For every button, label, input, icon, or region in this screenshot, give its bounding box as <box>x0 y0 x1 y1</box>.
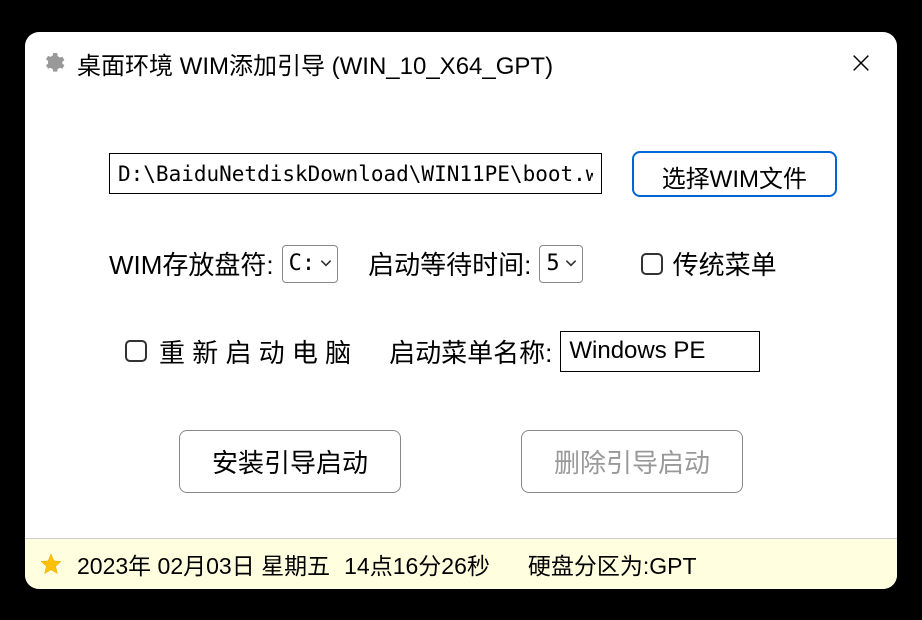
close-icon <box>850 52 872 74</box>
select-wim-button[interactable]: 选择WIM文件 <box>632 151 837 197</box>
star-icon <box>39 552 63 576</box>
legacy-menu-label: 传统菜单 <box>673 245 777 282</box>
menu-name-label: 启动菜单名称: <box>389 333 552 370</box>
legacy-menu-checkbox[interactable] <box>641 253 663 275</box>
action-buttons-row: 安装引导启动 删除引导启动 <box>85 430 837 493</box>
menu-name-input[interactable] <box>560 331 760 372</box>
options-row: WIM存放盘符: C: 启动等待时间: 5 传统菜单 <box>85 245 837 283</box>
wim-path-input[interactable] <box>109 153 602 194</box>
titlebar: 桌面环境 WIM添加引导 (WIN_10_X64_GPT) <box>25 32 897 91</box>
content-area: 选择WIM文件 WIM存放盘符: C: 启动等待时间: 5 传统菜单 <box>25 91 897 538</box>
drive-select[interactable]: C: <box>282 245 339 283</box>
wait-label: 启动等待时间: <box>368 245 531 282</box>
restart-row: 重 新 启 动 电 脑 启动菜单名称: <box>85 331 837 372</box>
chevron-down-icon <box>319 251 333 276</box>
close-button[interactable] <box>845 47 877 79</box>
window-title: 桌面环境 WIM添加引导 (WIN_10_X64_GPT) <box>77 46 833 81</box>
install-boot-button[interactable]: 安装引导启动 <box>179 430 401 493</box>
status-disk: 硬盘分区为:GPT <box>528 547 697 581</box>
drive-value: C: <box>289 251 316 276</box>
wait-select[interactable]: 5 <box>539 245 582 283</box>
chevron-down-icon <box>564 251 578 276</box>
statusbar: 2023年 02月03日 星期五 14点16分26秒 硬盘分区为:GPT <box>25 538 897 589</box>
restart-checkbox[interactable] <box>125 340 147 362</box>
delete-boot-button[interactable]: 删除引导启动 <box>521 430 743 493</box>
drive-label: WIM存放盘符: <box>109 245 274 282</box>
wait-value: 5 <box>546 251 559 276</box>
restart-label: 重 新 启 动 电 脑 <box>159 333 351 370</box>
legacy-menu-group: 传统菜单 <box>641 245 777 282</box>
status-time: 14点16分26秒 <box>344 547 490 581</box>
wim-path-row: 选择WIM文件 <box>85 151 837 197</box>
gear-icon <box>41 51 65 75</box>
app-window: 桌面环境 WIM添加引导 (WIN_10_X64_GPT) 选择WIM文件 WI… <box>25 32 897 589</box>
status-date: 2023年 02月03日 星期五 <box>77 547 330 581</box>
